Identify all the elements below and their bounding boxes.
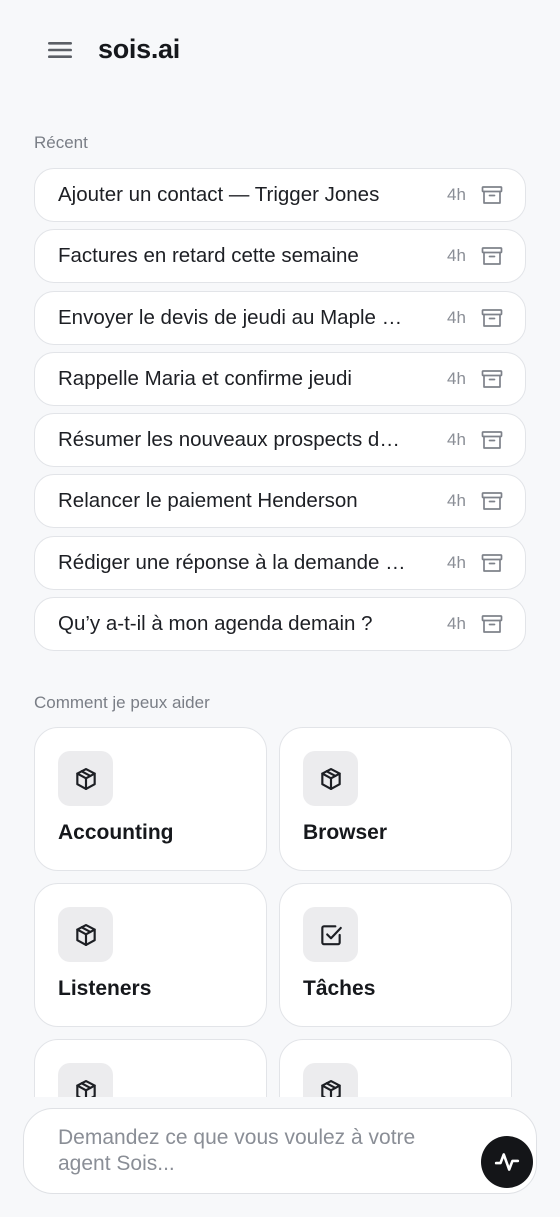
recent-conversation-item[interactable]: Rappelle Maria et confirme jeudi 4h [34, 351, 526, 406]
recent-conversation-item[interactable]: Factures en retard cette semaine 4h [34, 229, 526, 284]
help-card[interactable] [34, 1039, 267, 1097]
conversation-title: Résumer les nouveaux prospects d… [58, 428, 400, 452]
archive-icon[interactable] [481, 429, 503, 451]
recent-conversation-item[interactable]: Ajouter un contact — Trigger Jones 4h [34, 168, 526, 222]
conversation-time: 4h [447, 185, 466, 204]
help-card[interactable]: Accounting [34, 727, 267, 871]
archive-icon[interactable] [481, 613, 503, 635]
conversation-time: 4h [447, 552, 466, 572]
help-card-label: Browser [303, 821, 388, 844]
archive-icon[interactable] [481, 552, 503, 574]
conversation-title: Relancer le paiement Henderson [58, 489, 358, 513]
conversation-time: 4h [447, 614, 466, 634]
archive-icon[interactable] [481, 184, 503, 206]
send-button[interactable] [481, 1136, 533, 1188]
help-section-label: Comment je peux aider [34, 693, 210, 712]
help-card[interactable]: Listeners [34, 883, 267, 1027]
cube-icon [58, 1063, 113, 1097]
archive-icon[interactable] [481, 368, 503, 390]
app-screen: sois.ai Récent Ajouter un contact — Trig… [0, 0, 560, 1217]
help-grid: Accounting Browser Listeners Tâches [0, 720, 560, 1097]
recent-section-label: Récent [34, 133, 88, 152]
archive-icon[interactable] [481, 245, 503, 267]
top-bar: sois.ai [0, 0, 560, 100]
help-card-label: Listeners [58, 977, 152, 1000]
recent-conversation-item[interactable]: Rédiger une réponse à la demande … 4h [34, 535, 526, 590]
conversation-time: 4h [447, 491, 466, 511]
recent-conversation-item[interactable]: Résumer les nouveaux prospects d… 4h [34, 413, 526, 468]
app-title: sois.ai [98, 34, 180, 64]
activity-pulse-icon [494, 1153, 520, 1171]
help-card[interactable]: Browser [279, 727, 512, 871]
conversation-title: Rappelle Maria et confirme jeudi [58, 366, 352, 390]
conversation-time: 4h [447, 307, 466, 327]
cube-icon [58, 907, 113, 962]
cube-icon [303, 751, 358, 806]
help-card-label: Tâches [303, 977, 376, 1000]
help-card[interactable] [279, 1039, 512, 1097]
checkbox-icon [303, 907, 358, 962]
help-card-label: Accounting [58, 821, 174, 844]
conversation-title: Envoyer le devis de jeudi au Maple … [58, 305, 403, 329]
cube-icon [58, 751, 113, 806]
hamburger-menu-icon[interactable] [40, 30, 80, 70]
recent-conversation-item[interactable]: Relancer le paiement Henderson 4h [34, 474, 526, 529]
recent-list: Ajouter un contact — Trigger Jones 4h Fact… [34, 168, 526, 658]
archive-icon[interactable] [481, 307, 503, 329]
recent-conversation-item[interactable]: Qu’y a-t-il à mon agenda demain ? 4h [34, 597, 526, 652]
archive-icon[interactable] [481, 490, 503, 512]
message-input[interactable] [58, 1125, 458, 1179]
cube-icon [303, 1063, 358, 1097]
conversation-title: Qu’y a-t-il à mon agenda demain ? [58, 612, 373, 636]
conversation-title: Factures en retard cette semaine [58, 244, 359, 268]
recent-conversation-item[interactable]: Envoyer le devis de jeudi au Maple … 4h [34, 290, 526, 345]
composer [23, 1108, 537, 1194]
conversation-time: 4h [447, 246, 466, 266]
conversation-time: 4h [447, 368, 466, 388]
conversation-title: Rédiger une réponse à la demande … [58, 550, 406, 574]
conversation-title: Ajouter un contact — Trigger Jones [58, 183, 380, 206]
help-card[interactable]: Tâches [279, 883, 512, 1027]
conversation-time: 4h [447, 430, 466, 450]
